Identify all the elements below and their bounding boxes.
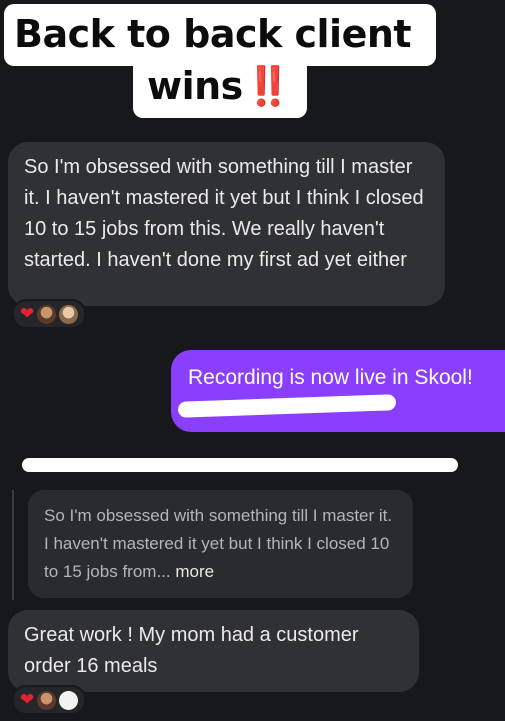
message-text: So I'm obsessed with something till I ma… xyxy=(24,156,424,271)
message-bubble[interactable]: So I'm obsessed with something till I ma… xyxy=(8,142,445,306)
avatar xyxy=(37,690,57,710)
caption-line-2-text: wins xyxy=(147,64,243,108)
caption-line-2: wins‼️ xyxy=(133,58,307,118)
reply-indicator-bar xyxy=(12,490,14,600)
avatar xyxy=(37,304,57,324)
avatar xyxy=(59,690,79,710)
heart-icon: ❤ xyxy=(20,690,35,709)
message-text: Recording is now live in Skool! xyxy=(188,366,473,389)
reaction-bar[interactable]: ❤ xyxy=(12,299,87,329)
quoted-text: So I'm obsessed with something till I ma… xyxy=(44,506,393,581)
caption-line-1: Back to back client xyxy=(4,4,436,66)
avatar xyxy=(59,304,79,324)
exclamation-emoji: ‼️ xyxy=(244,64,292,108)
heart-icon: ❤ xyxy=(20,304,35,323)
outgoing-message-bubble[interactable]: Recording is now live in Skool! xyxy=(171,350,505,432)
more-link[interactable]: more xyxy=(175,562,214,581)
message-text: Great work ! My mom had a customer order… xyxy=(24,624,359,677)
quoted-reply-bubble[interactable]: So I'm obsessed with something till I ma… xyxy=(28,490,413,598)
redaction-scribble xyxy=(22,458,458,472)
message-bubble[interactable]: Great work ! My mom had a customer order… xyxy=(8,610,419,692)
reaction-bar[interactable]: ❤ xyxy=(12,685,87,715)
caption-line-1-text: Back to back client xyxy=(14,12,412,56)
